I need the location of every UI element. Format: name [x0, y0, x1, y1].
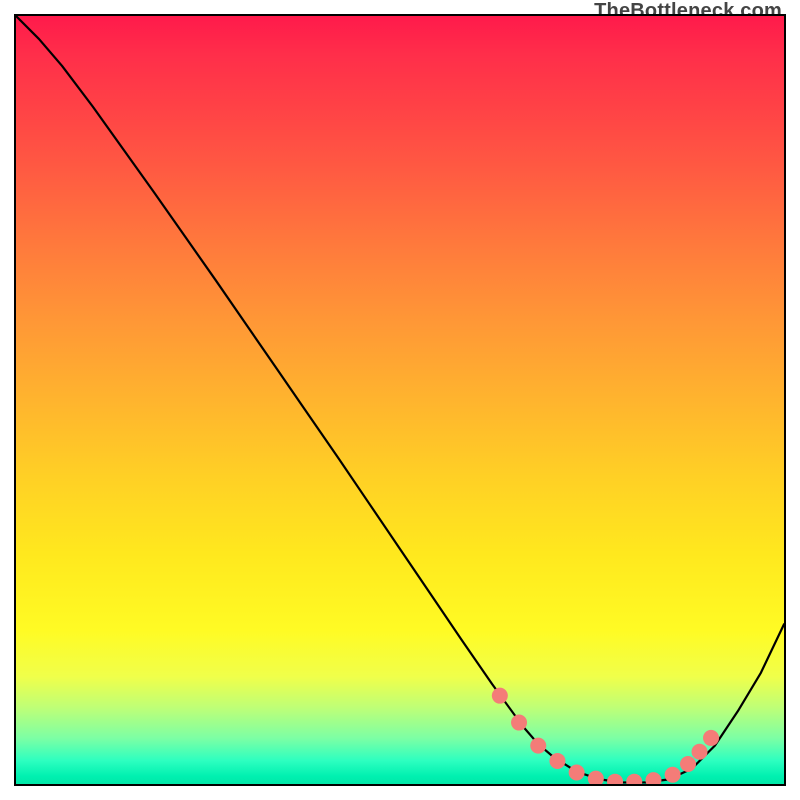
marker-point: [645, 772, 661, 784]
chart-svg: [16, 16, 784, 784]
marker-point: [692, 744, 708, 760]
marker-point: [665, 767, 681, 783]
chart-container: TheBottleneck.com: [0, 0, 800, 800]
marker-point: [511, 715, 527, 731]
marker-point: [492, 688, 508, 704]
marker-point: [703, 730, 719, 746]
plot-area: [14, 14, 786, 786]
marker-point: [530, 738, 546, 754]
marker-point: [626, 774, 642, 784]
marker-point: [549, 753, 565, 769]
marker-point: [569, 764, 585, 780]
marker-point: [607, 774, 623, 784]
marker-point: [680, 756, 696, 772]
marker-point: [588, 771, 604, 784]
chart-curve: [16, 16, 784, 782]
marker-group: [492, 688, 719, 784]
